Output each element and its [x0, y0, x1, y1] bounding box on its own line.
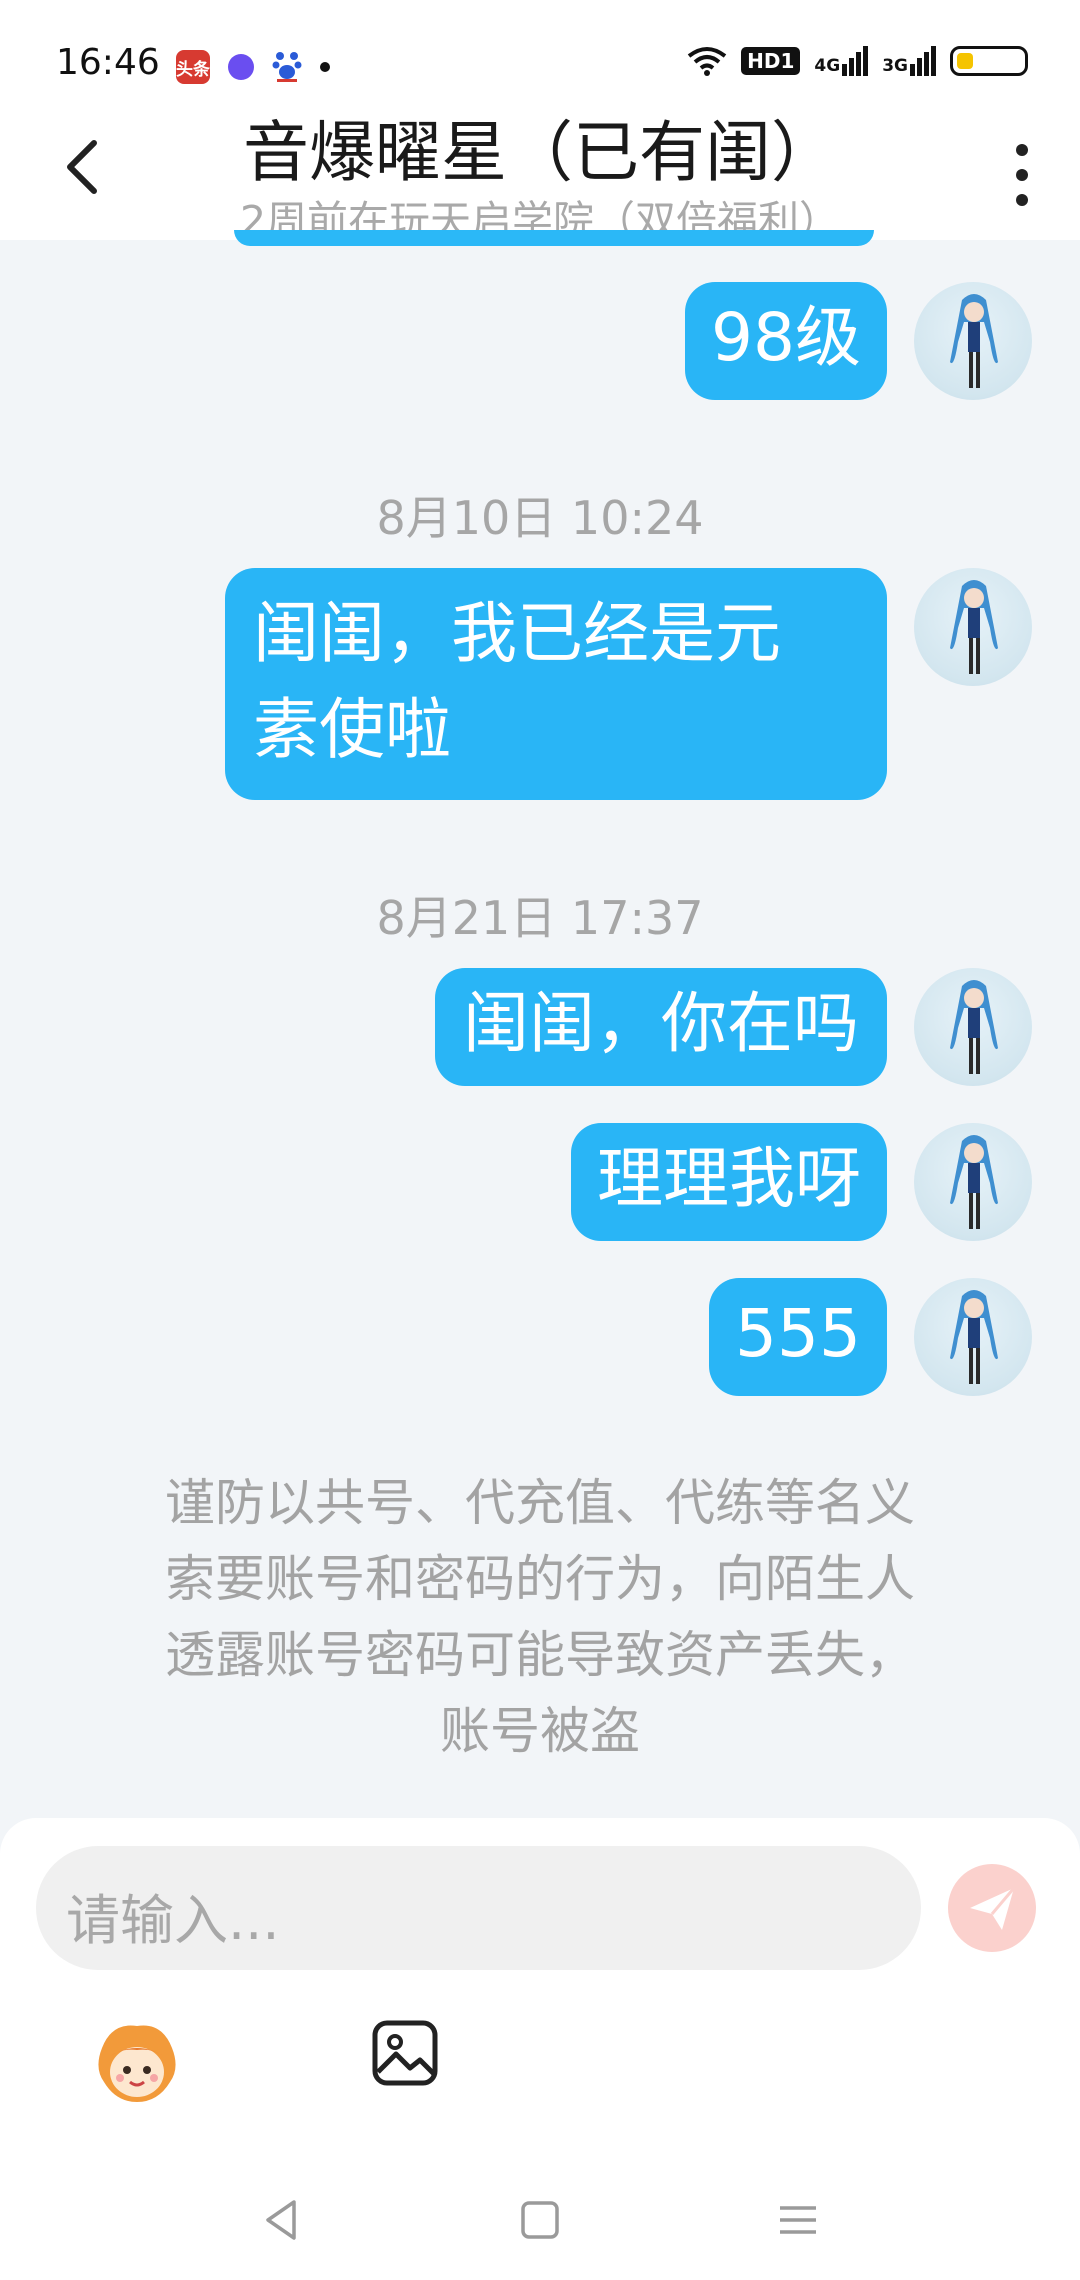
anime-character-avatar-icon — [950, 980, 998, 1074]
wifi-icon — [687, 47, 727, 76]
message-text: 理理我呀 — [597, 1140, 861, 1217]
warning-line: 透露账号密码可能导致资产丢失， — [165, 1626, 915, 1684]
timestamp: 8月10日 10:24 — [376, 491, 704, 545]
chevron-left-icon — [67, 140, 97, 194]
back-button[interactable] — [62, 137, 122, 217]
image-icon — [372, 2020, 438, 2086]
avatar[interactable] — [914, 282, 1032, 400]
more-options-button[interactable] — [1002, 140, 1042, 210]
warning-line: 账号被盗 — [440, 1702, 640, 1760]
message-text: 闺闺，你在吗 — [463, 985, 859, 1062]
message-text: 98级 — [711, 299, 861, 376]
square-home-icon — [521, 2201, 559, 2239]
notification-icons: 头条 — [176, 48, 330, 86]
message-text-line: 闺闺，我已经是元 — [253, 595, 781, 672]
message-bubble[interactable]: 98级 — [685, 282, 887, 400]
contact-name-title[interactable]: 音爆曜星（已有闺） — [150, 99, 930, 195]
message-text-line: 素使啦 — [253, 691, 451, 768]
battery-level-fill — [957, 53, 973, 69]
signal-4g-label: 4G — [814, 56, 841, 76]
avatar[interactable] — [914, 568, 1032, 686]
warning-line: 谨防以共号、代充值、代练等名义 — [165, 1474, 915, 1532]
toutiao-news-icon: 头条 — [176, 50, 210, 84]
battery-icon — [950, 46, 1028, 76]
avatar[interactable] — [914, 968, 1032, 1086]
signal-4g-icon: 4G — [814, 46, 869, 76]
signal-3g-icon: 3G — [882, 46, 936, 76]
system-navigation-bar — [0, 2170, 1080, 2280]
message-bubble[interactable]: 闺闺，我已经是元 素使啦 — [225, 568, 887, 800]
nav-home-button[interactable] — [510, 2190, 570, 2250]
baidu-icon — [272, 48, 302, 86]
message-bubble[interactable]: 理理我呀 — [571, 1123, 887, 1241]
previous-message-bubble-edge — [234, 230, 874, 246]
more-notifications-dot — [320, 62, 330, 72]
timestamp: 8月21日 17:37 — [376, 891, 704, 945]
message-bubble[interactable]: 闺闺，你在吗 — [435, 968, 887, 1086]
toutiao-badge-label: 头条 — [176, 59, 210, 80]
anime-character-avatar-icon — [950, 1135, 998, 1229]
emoji-button[interactable] — [92, 2018, 182, 2108]
security-warning-notice: 谨防以共号、代充值、代练等名义 索要账号和密码的行为，向陌生人 透露账号密码可能… — [90, 1465, 990, 1769]
status-time: 16:46 — [56, 42, 160, 83]
anime-character-avatar-icon — [950, 580, 998, 674]
message-text: 555 — [735, 1295, 861, 1372]
anime-character-avatar-icon — [950, 1290, 998, 1384]
image-picker-button[interactable] — [370, 2018, 440, 2088]
signal-3g-label: 3G — [882, 56, 908, 76]
paper-plane-icon — [970, 1887, 1016, 1930]
menu-lines-icon — [780, 2206, 816, 2234]
chat-header: 音爆曜星（已有闺） 2周前在玩天启学院（双倍福利） — [0, 95, 1080, 245]
mascot-emoji-icon — [98, 2025, 176, 2102]
nav-menu-button[interactable] — [768, 2190, 828, 2250]
avatar[interactable] — [914, 1123, 1032, 1241]
input-placeholder: 请输入... — [66, 1889, 280, 1952]
send-button[interactable] — [948, 1864, 1036, 1952]
chat-app-icon — [228, 54, 254, 80]
vertical-dots-icon — [1016, 144, 1028, 206]
warning-line: 索要账号和密码的行为，向陌生人 — [165, 1550, 915, 1608]
hd-voice-icon: HD1 — [741, 47, 801, 75]
nav-back-button[interactable] — [252, 2190, 312, 2250]
anime-character-avatar-icon — [950, 294, 998, 388]
triangle-back-icon — [266, 2200, 296, 2240]
message-input[interactable]: 请输入... — [36, 1846, 921, 1970]
system-icons: HD1 4G 3G — [687, 46, 1028, 76]
message-bubble[interactable]: 555 — [709, 1278, 887, 1396]
avatar[interactable] — [914, 1278, 1032, 1396]
